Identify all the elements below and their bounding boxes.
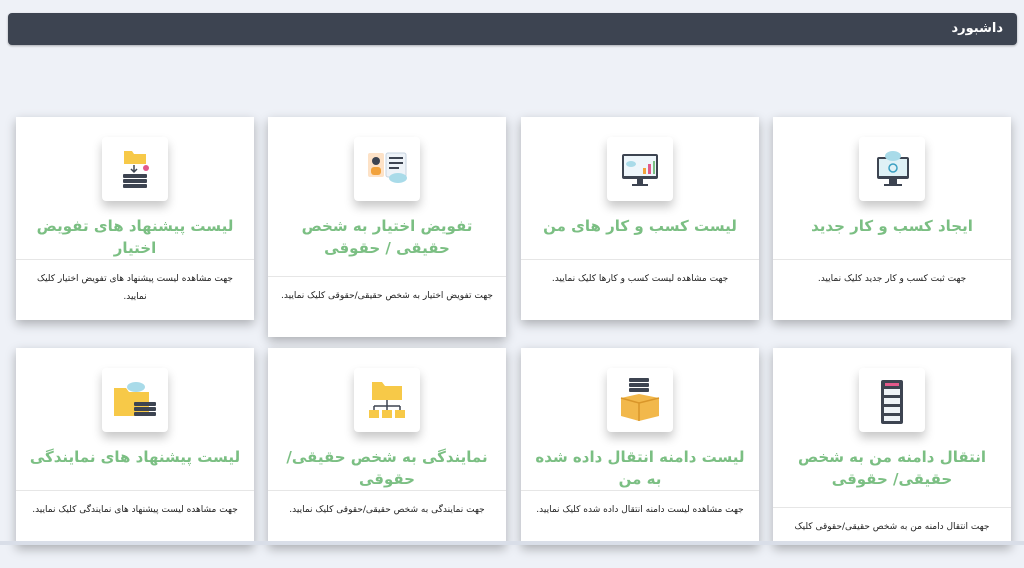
top-header-bar: داشبورد bbox=[8, 13, 1017, 45]
person-document-icon bbox=[354, 137, 420, 201]
card-title: ایجاد کسب و کار جدید bbox=[811, 217, 973, 235]
card-title: لیست دامنه انتقال داده شده به من bbox=[535, 448, 745, 488]
card-my-businesses[interactable]: لیست کسب و کار های من جهت مشاهده لیست کس… bbox=[521, 117, 759, 320]
card-transfer-domain[interactable]: انتقال دامنه من به شخص حقیقی/ حقوقی جهت … bbox=[773, 348, 1011, 545]
card-description: جهت تفویض اختیار به شخص حقیقی/حقوقی کلیک… bbox=[281, 291, 493, 301]
card-title: لیست پیشنهاد های نمایندگی bbox=[29, 448, 241, 466]
page-title: داشبورد bbox=[951, 21, 1003, 36]
card-description: جهت ثبت کسب و کار جدید کلیک نمایید. bbox=[817, 274, 967, 284]
server-rack-icon bbox=[859, 368, 925, 432]
card-title: انتقال دامنه من به شخص حقیقی/ حقوقی bbox=[797, 448, 987, 488]
card-title: لیست پیشنهاد های تفویض اختیار bbox=[36, 217, 234, 257]
card-title: تفویض اختیار به شخص حقیقی / حقوقی bbox=[301, 217, 473, 257]
card-transferred-domains[interactable]: لیست دامنه انتقال داده شده به من جهت مشا… bbox=[521, 348, 759, 545]
card-create-business[interactable]: ایجاد کسب و کار جدید جهت ثبت کسب و کار ج… bbox=[773, 117, 1011, 320]
monitor-chart-icon bbox=[607, 137, 673, 201]
monitor-cloud-sync-icon bbox=[859, 137, 925, 201]
folder-network-icon bbox=[354, 368, 420, 432]
folder-server-icon bbox=[102, 137, 168, 201]
card-delegation-proposals[interactable]: لیست پیشنهاد های تفویض اختیار جهت مشاهده… bbox=[16, 117, 254, 320]
card-description: جهت مشاهده لیست پیشنهاد های تفویض اختیار… bbox=[37, 274, 233, 302]
folder-cloud-server-icon bbox=[102, 368, 168, 432]
card-title: لیست کسب و کار های من bbox=[543, 217, 737, 235]
card-representation[interactable]: نمایندگی به شخص حقیقی/حقوقی جهت نمایندگی… bbox=[268, 348, 506, 545]
card-description: جهت انتقال دامنه من به شخص حقیقی/حقوقی ک… bbox=[794, 522, 990, 532]
bottom-edge bbox=[0, 541, 1024, 545]
card-delegate-authority[interactable]: تفویض اختیار به شخص حقیقی / حقوقی جهت تف… bbox=[268, 117, 506, 337]
card-representation-proposals[interactable]: لیست پیشنهاد های نمایندگی جهت مشاهده لیس… bbox=[16, 348, 254, 545]
card-title: نمایندگی به شخص حقیقی/حقوقی bbox=[286, 448, 488, 488]
card-description: جهت مشاهده لیست کسب و کارها کلیک نمایید. bbox=[551, 274, 729, 284]
box-server-icon bbox=[607, 368, 673, 432]
